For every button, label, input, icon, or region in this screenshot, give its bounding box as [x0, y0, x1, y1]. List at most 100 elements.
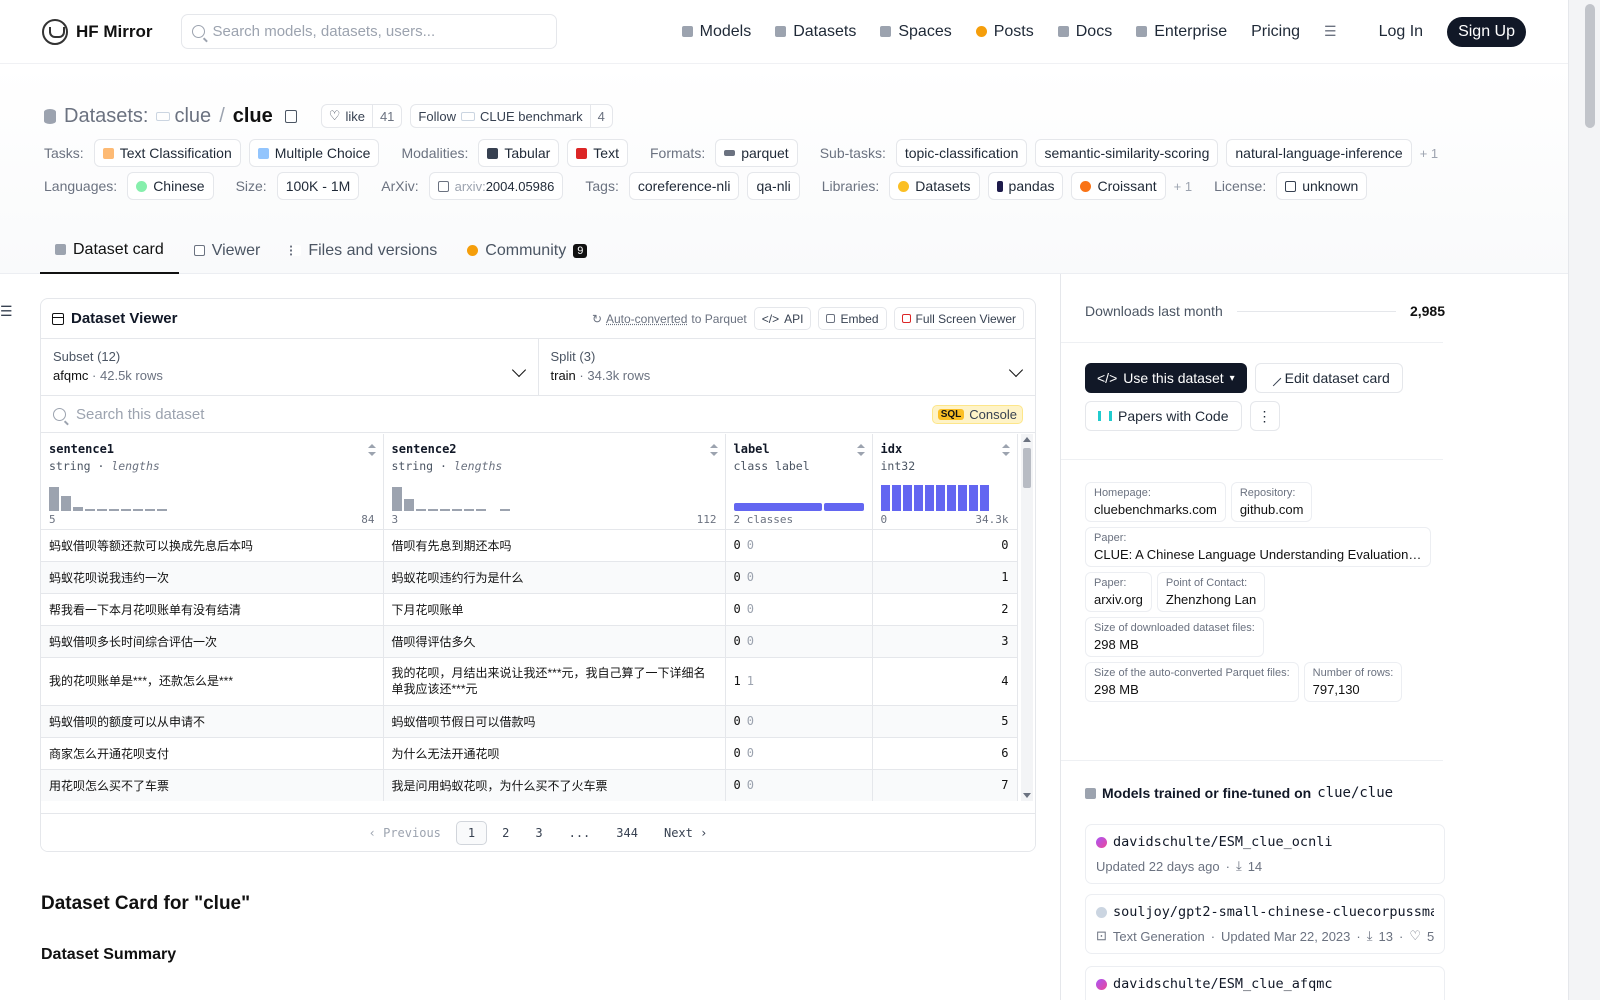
metadata-item[interactable]: Paper: CLUE: A Chinese Language Understan… [1085, 527, 1431, 567]
tag-nli[interactable]: natural-language-inference [1226, 139, 1412, 167]
more-options-button[interactable]: ⋮ [1249, 401, 1280, 431]
cell-idx[interactable]: 4 [872, 657, 1018, 706]
table-row[interactable]: 用花呗怎么买不了车票 我是问用蚂蚁花呗，为什么买不了火车票 0 0 7 [41, 769, 1018, 801]
histogram-bar[interactable] [145, 509, 155, 511]
cell-label[interactable]: 00 [725, 705, 873, 738]
cell-sentence1[interactable]: 蚂蚁借呗等额还款可以换成先息后本吗 [41, 529, 384, 562]
search-input[interactable]: Search models, datasets, users... [180, 14, 557, 49]
sql-console-button[interactable]: SQL Console [931, 404, 1023, 424]
previous-page-button[interactable]: ‹ Previous [358, 822, 452, 844]
nav-models[interactable]: Models [681, 23, 751, 41]
model-card[interactable]: davidschulte/ESM_clue_ocnli Updated 22 d… [1085, 824, 1445, 884]
tag-size[interactable]: 100K - 1M [276, 172, 360, 200]
cell-label[interactable]: 00 [725, 561, 873, 594]
histogram-bar[interactable] [475, 509, 486, 511]
cell-idx[interactable]: 1 [872, 561, 1018, 594]
tag-semantic-similarity[interactable]: semantic-similarity-scoring [1035, 139, 1219, 167]
api-button[interactable]: </> API [753, 307, 812, 330]
cell-sentence1[interactable]: 帮我看一下本月花呗账单有没有结清 [41, 593, 384, 626]
histogram-bar[interactable] [157, 509, 167, 511]
histogram-bar[interactable] [979, 484, 989, 511]
page-scrollbar[interactable] [1568, 0, 1600, 1000]
cell-sentence1[interactable]: 商家怎么开通花呗支付 [41, 737, 384, 770]
histogram-bar[interactable] [49, 487, 59, 511]
histogram-bar[interactable] [880, 484, 890, 511]
tag-chinese[interactable]: Chinese [127, 172, 214, 200]
tag-text[interactable]: Text [567, 139, 628, 167]
edit-card-button[interactable]: Edit dataset card [1254, 363, 1403, 393]
cell-label[interactable]: 00 [725, 593, 873, 626]
histogram-bar[interactable] [439, 509, 450, 511]
class-bar[interactable] [823, 502, 864, 511]
cell-idx[interactable]: 0 [872, 529, 1018, 562]
cell-sentence2[interactable]: 蚂蚁借呗节假日可以借款吗 [383, 705, 726, 738]
tag-tabular[interactable]: Tabular [478, 139, 560, 167]
histogram-bar[interactable] [902, 484, 912, 511]
cell-idx[interactable]: 2 [872, 593, 1018, 626]
login-link[interactable]: Log In [1379, 23, 1423, 41]
histogram-bar[interactable] [913, 484, 923, 511]
histogram-bar[interactable] [61, 496, 71, 511]
split-select[interactable]: Split (3) train · 34.3k rows [537, 339, 1036, 395]
toc-toggle-icon[interactable]: ☰ [0, 303, 13, 320]
cell-idx[interactable]: 7 [872, 769, 1018, 801]
tag-topic-classification[interactable]: topic-classification [895, 139, 1028, 167]
column-header[interactable]: sentence1 string · lengths 5 84 [41, 434, 384, 530]
histogram-bar[interactable] [499, 509, 510, 511]
embed-button[interactable]: Embed [818, 307, 887, 330]
metadata-item[interactable]: Size of the auto-converted Parquet files… [1085, 662, 1299, 702]
cell-sentence2[interactable]: 为什么无法开通花呗 [383, 737, 726, 770]
cell-label[interactable]: 00 [725, 529, 873, 562]
cell-sentence1[interactable]: 蚂蚁借呗多长时间综合评估一次 [41, 625, 384, 658]
table-row[interactable]: 我的花呗账单是***，还款怎么是*** 我的花呗，月结出来说让我还***元，我自己… [41, 657, 1018, 706]
histogram-bar[interactable] [946, 484, 956, 511]
sort-icon[interactable] [1001, 444, 1010, 456]
histogram-bar[interactable] [957, 484, 967, 511]
cell-sentence2[interactable]: 我的花呗，月结出来说让我还***元，我自己算了一下详细名单我应该还***元 [383, 657, 726, 706]
histogram-bar[interactable] [463, 509, 474, 511]
page-3[interactable]: 3 [524, 822, 553, 844]
tab-community[interactable]: Community 9 [452, 227, 602, 274]
histogram-bar[interactable] [891, 484, 901, 511]
tag-parquet[interactable]: parquet [715, 139, 798, 167]
histogram-bar[interactable] [403, 498, 414, 511]
histogram-bar[interactable] [427, 509, 438, 511]
nav-spaces[interactable]: Spaces [880, 23, 952, 41]
column-header[interactable]: idx int32 0 34.3k [872, 434, 1018, 530]
repo-name[interactable]: clue [233, 105, 273, 128]
cell-sentence2[interactable]: 下月花呗账单 [383, 593, 726, 626]
histogram-bar[interactable] [391, 487, 402, 511]
datasets-crumb[interactable]: Datasets: [64, 105, 148, 128]
cell-sentence1[interactable]: 蚂蚁花呗说我违约一次 [41, 561, 384, 594]
table-row[interactable]: 蚂蚁借呗多长时间综合评估一次 借呗得评估多久 0 0 3 [41, 625, 1018, 658]
tag-arxiv[interactable]: arxiv: 2004.05986 [428, 172, 564, 200]
metadata-item[interactable]: Homepage: cluebenchmarks.com [1085, 482, 1226, 522]
sort-icon[interactable] [856, 444, 865, 456]
histogram-bar[interactable] [451, 509, 462, 511]
next-page-button[interactable]: Next › [653, 822, 718, 844]
cell-sentence2[interactable]: 我是问用蚂蚁花呗，为什么买不了火车票 [383, 769, 726, 801]
cell-sentence1[interactable]: 我的花呗账单是***，还款怎么是*** [41, 657, 384, 706]
logo[interactable]: HF Mirror [42, 18, 153, 45]
table-row[interactable]: 帮我看一下本月花呗账单有没有结清 下月花呗账单 0 0 2 [41, 593, 1018, 626]
table-row[interactable]: 蚂蚁花呗说我违约一次 蚂蚁花呗违约行为是什么 0 0 1 [41, 561, 1018, 594]
model-card[interactable]: davidschulte/ESM_clue_afqmc [1085, 966, 1445, 1000]
auto-converted-note[interactable]: ↻ Auto-converted to Parquet [592, 312, 747, 326]
model-card[interactable]: souljoy/gpt2-small-chinese-cluecorpussma… [1085, 894, 1445, 954]
dataset-search-input[interactable]: Search this dataset SQL Console [41, 396, 1035, 433]
cell-sentence2[interactable]: 借呗得评估多久 [383, 625, 726, 658]
nav-enterprise[interactable]: Enterprise [1136, 23, 1227, 41]
subtasks-more[interactable]: + 1 [1420, 146, 1438, 161]
nav-datasets[interactable]: Datasets [775, 23, 856, 41]
nav-pricing[interactable]: Pricing [1251, 23, 1300, 41]
metadata-item[interactable]: Point of Contact: Zhenzhong Lan [1156, 572, 1266, 612]
histogram-bar[interactable] [968, 484, 978, 511]
tag-multiple-choice[interactable]: Multiple Choice [248, 139, 380, 167]
column-header[interactable]: label class label 2 classes [725, 434, 873, 530]
follow-button[interactable]: Follow CLUE benchmark 4 [410, 104, 613, 128]
cell-idx[interactable]: 3 [872, 625, 1018, 658]
subset-select[interactable]: Subset (12) afqmc · 42.5k rows [41, 339, 538, 395]
cell-label[interactable]: 00 [725, 625, 873, 658]
org-link[interactable]: clue [156, 105, 211, 128]
table-row[interactable]: 商家怎么开通花呗支付 为什么无法开通花呗 0 0 6 [41, 737, 1018, 770]
